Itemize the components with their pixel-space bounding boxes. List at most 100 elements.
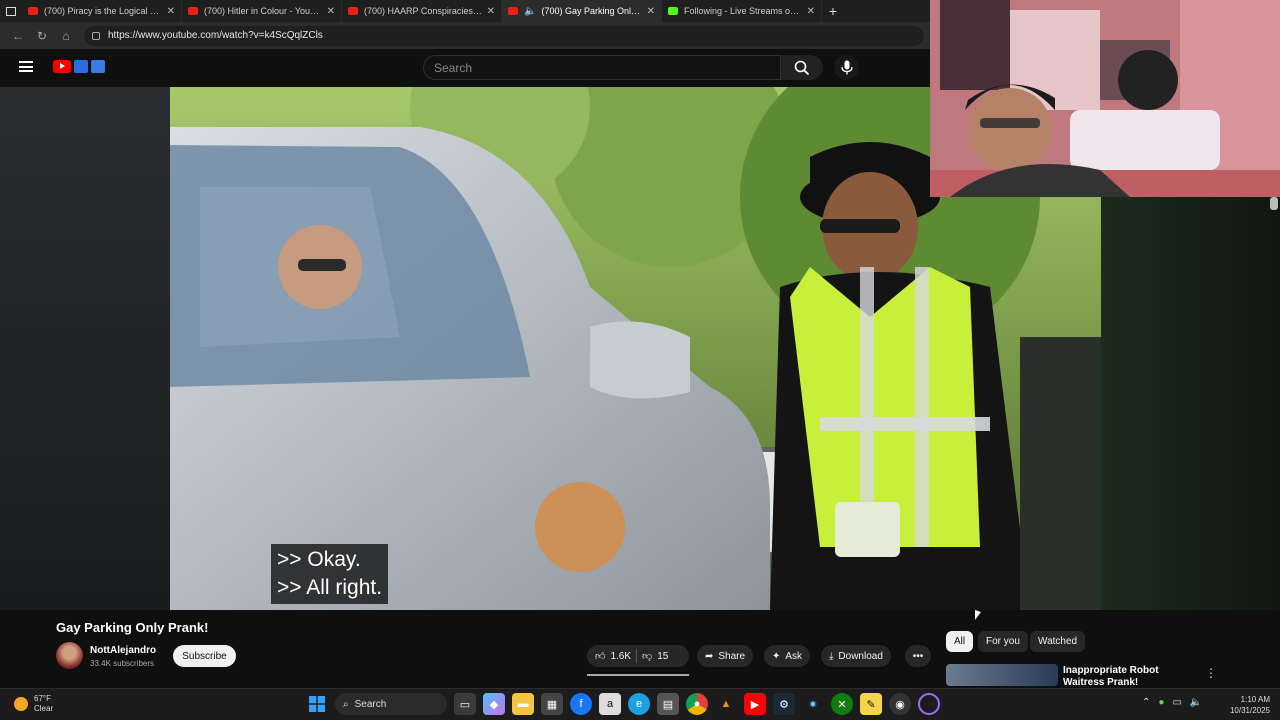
hamburger-menu-icon[interactable] — [19, 61, 33, 72]
video-captions: >> Okay. >> All right. — [271, 544, 389, 604]
webcam-overlay — [930, 0, 1280, 197]
edge-icon[interactable]: e — [628, 693, 650, 715]
weather-widget[interactable]: 67°F Clear — [14, 694, 53, 714]
share-label: Share — [718, 650, 746, 662]
url-text: https://www.youtube.com/watch?v=k4ScQqlZ… — [108, 30, 323, 41]
ask-button[interactable]: ✦ Ask — [764, 645, 811, 667]
sidebar-scrollbar[interactable] — [1270, 197, 1278, 210]
xbox-icon[interactable]: ✕ — [831, 693, 853, 715]
windows-taskbar: 67°F Clear ⌕ Search ▭ ◆ ▬ ▦ f a e ▤ ● ▲ … — [0, 688, 1280, 720]
more-actions-button[interactable]: ••• — [905, 645, 931, 667]
search-button[interactable] — [781, 55, 823, 80]
youtube-logo[interactable] — [53, 60, 105, 73]
obs-icon[interactable]: ◉ — [889, 693, 911, 715]
steam-icon[interactable]: ⚙ — [773, 693, 795, 715]
download-label: Download — [838, 650, 883, 662]
task-view-icon[interactable]: ▭ — [454, 693, 476, 715]
voice-search-button[interactable] — [834, 55, 859, 80]
youtube-favicon-icon — [348, 7, 358, 15]
clock-time: 1:10 AM — [1240, 695, 1270, 704]
tab-gay-parking[interactable]: 🔈 (700) Gay Parking Only Pran ✕ — [502, 0, 662, 22]
taskbar-apps: ⌕ Search ▭ ◆ ▬ ▦ f a e ▤ ● ▲ ▶ ⚙ ✷ ✕ ✎ ◉ — [306, 693, 940, 715]
tab-label: (700) Hitler in Colour - YouTube — [204, 6, 323, 16]
dislike-count[interactable]: 15 — [657, 651, 668, 662]
tab-hitler-colour[interactable]: (700) Hitler in Colour - YouTube ✕ — [182, 0, 342, 22]
store-icon[interactable]: ▦ — [541, 693, 563, 715]
download-icon: ⤓ — [829, 650, 834, 662]
close-tab-icon[interactable]: ✕ — [647, 6, 655, 17]
youtube-favicon-icon — [188, 7, 198, 15]
like-count[interactable]: 1.6K — [610, 651, 631, 662]
more-vertical-icon[interactable]: ⋮ — [1205, 666, 1217, 680]
extension-badge-icon — [91, 60, 105, 73]
address-bar-row: ← ↻ ⌂ https://www.youtube.com/watch?v=k4… — [0, 22, 930, 49]
temperature: 67°F — [34, 694, 51, 703]
chip-for-you[interactable]: For you — [978, 631, 1028, 652]
subscribe-button[interactable]: Subscribe — [173, 645, 236, 667]
kick-favicon-icon — [668, 7, 678, 15]
facebook-icon[interactable]: f — [570, 693, 592, 715]
chip-all[interactable]: All — [946, 631, 974, 652]
window-menu-icon[interactable] — [0, 6, 22, 16]
new-tab-icon[interactable]: + — [822, 3, 844, 19]
volume-icon[interactable]: 🔈 — [1190, 697, 1202, 708]
extension-badge-icon — [74, 60, 88, 73]
chrome-icon[interactable]: ● — [686, 693, 708, 715]
close-tab-icon[interactable]: ✕ — [167, 6, 175, 17]
ambient-right — [1101, 197, 1280, 610]
tab-kick[interactable]: Following - Live Streams on Kick ✕ — [662, 0, 822, 22]
thumbs-down-icon[interactable]: 👎︎ — [642, 650, 652, 662]
divider — [636, 649, 638, 663]
close-tab-icon[interactable]: ✕ — [327, 6, 335, 17]
thumbs-up-icon[interactable]: 👍︎ — [595, 650, 605, 662]
search-placeholder: Search — [434, 60, 473, 75]
app-icon[interactable]: ✷ — [802, 693, 824, 715]
tab-label: (700) Gay Parking Only Pran — [541, 6, 642, 16]
tab-haarp[interactable]: (700) HAARP Conspiracies: Was T ✕ — [342, 0, 502, 22]
more-horizontal-icon: ••• — [912, 650, 924, 662]
search-input[interactable]: Search — [423, 55, 781, 80]
reload-icon[interactable]: ↻ — [30, 29, 54, 43]
vlc-icon[interactable]: ▲ — [715, 693, 737, 715]
share-button[interactable]: ➦ Share — [697, 645, 754, 667]
system-clock[interactable]: 1:10 AM 10/31/2025 — [1220, 694, 1270, 716]
cortana-icon[interactable] — [918, 693, 940, 715]
close-tab-icon[interactable]: ✕ — [807, 6, 815, 17]
youtube-icon[interactable]: ▶ — [744, 693, 766, 715]
taskbar-search[interactable]: ⌕ Search — [335, 693, 447, 715]
copilot-icon[interactable]: ◆ — [483, 693, 505, 715]
recommendation-title[interactable]: Inappropriate Robot Waitress Prank! — [1063, 665, 1198, 687]
caption-line: >> Okay. — [277, 548, 361, 571]
url-field[interactable]: https://www.youtube.com/watch?v=k4ScQqlZ… — [84, 25, 924, 46]
audio-playing-icon[interactable]: 🔈 — [524, 6, 536, 17]
weather-icon — [14, 697, 28, 711]
tab-label: Following - Live Streams on Kick — [684, 6, 803, 16]
home-icon[interactable]: ⌂ — [54, 29, 78, 43]
tab-piracy[interactable]: (700) Piracy is the Logical Solutio ✕ — [22, 0, 182, 22]
download-button[interactable]: ⤓ Download — [821, 645, 891, 667]
back-icon[interactable]: ← — [6, 29, 30, 43]
lock-icon — [92, 31, 100, 40]
chevron-up-icon[interactable]: ⌃ — [1142, 697, 1150, 708]
microphone-icon — [840, 60, 853, 75]
ambient-left — [0, 87, 170, 610]
display-icon[interactable]: ▭ — [1172, 697, 1181, 708]
channel-name[interactable]: NottAlejandro — [90, 645, 156, 656]
webcam-illustration — [930, 0, 1280, 197]
calculator-icon[interactable]: ▤ — [657, 693, 679, 715]
close-tab-icon[interactable]: ✕ — [487, 6, 495, 17]
sparkle-icon: ✦ — [772, 650, 781, 662]
recommendation-thumbnail[interactable] — [946, 664, 1058, 686]
system-tray: ⌃ ● ▭ 🔈 — [1142, 697, 1202, 708]
windows-start-icon[interactable] — [306, 693, 328, 715]
channel-avatar[interactable] — [56, 642, 83, 669]
subscriber-count: 33.4K subscribers — [90, 659, 155, 668]
mic-tray-icon[interactable]: ● — [1158, 697, 1164, 708]
caption-line: >> All right. — [277, 576, 383, 599]
chip-watched[interactable]: Watched — [1030, 631, 1086, 652]
amazon-icon[interactable]: a — [599, 693, 621, 715]
ask-label: Ask — [785, 650, 803, 662]
like-dislike-group: 👍︎ 1.6K 👎︎ 15 — [587, 645, 689, 667]
file-explorer-icon[interactable]: ▬ — [512, 693, 534, 715]
notes-icon[interactable]: ✎ — [860, 693, 882, 715]
